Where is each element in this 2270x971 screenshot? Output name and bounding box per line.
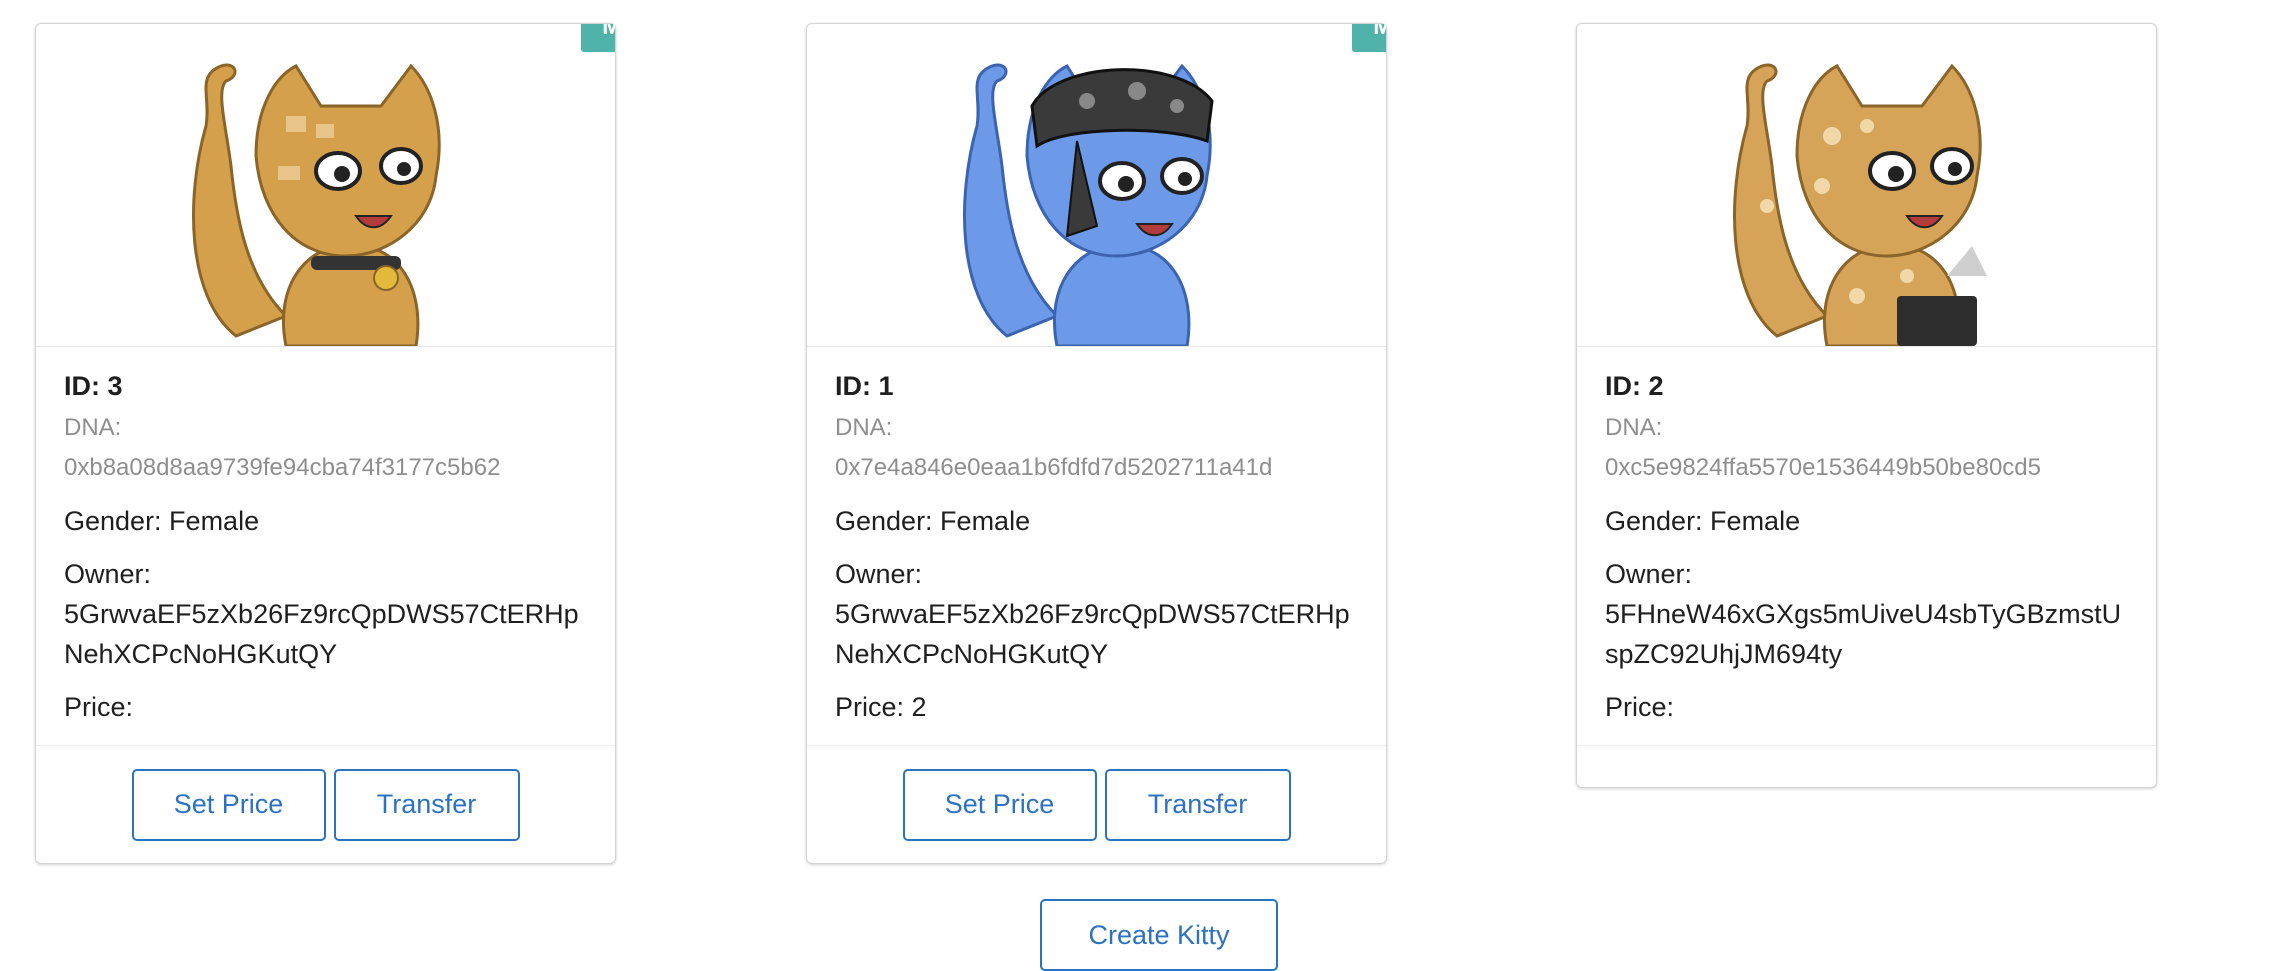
owner-value: 5FHneW46xGXgs5mUiveU4sbTyGBzmstUspZC92Uh…: [1605, 599, 2122, 669]
kitty-card-1: Mine ID: 1 DNA: 0x7e4a846e0eaa1b6fdfd7d5…: [806, 23, 1387, 864]
kitty-card-2: ID: 2 DNA: 0xc5e9824ffa5570e1536449b50be…: [1576, 23, 2157, 788]
price: Price:: [64, 692, 134, 722]
kitty-image: Mine: [807, 24, 1386, 347]
transfer-button[interactable]: Transfer: [1104, 768, 1291, 841]
dna-label: DNA:: [835, 414, 893, 441]
card-actions: Set Price Transfer: [807, 745, 1386, 863]
dna-label: DNA:: [64, 414, 122, 441]
gender: Gender: Female: [64, 506, 260, 536]
kitty-id: ID: 1: [835, 371, 894, 401]
create-kitty-button[interactable]: Create Kitty: [1040, 899, 1278, 971]
cat-icon: [962, 63, 1214, 346]
mine-badge: Mine: [1352, 24, 1386, 52]
set-price-button[interactable]: Set Price: [131, 768, 326, 841]
mine-badge: Mine: [581, 24, 615, 52]
owner-value: 5GrwvaEF5zXb26Fz9rcQpDWS57CtERHpNehXCPcN…: [835, 599, 1350, 669]
dna-value: 0xc5e9824ffa5570e1536449b50be80cd5: [1605, 454, 2041, 481]
dna-value: 0xb8a08d8aa9739fe94cba74f3177c5b62: [64, 454, 501, 481]
kitty-image: [1577, 24, 2156, 347]
card-actions: [1577, 745, 2156, 787]
dna-value: 0x7e4a846e0eaa1b6fdfd7d5202711a41d: [835, 454, 1273, 481]
kitty-card-3: Mine ID: 3 DNA: 0xb8a08d8aa9739fe94cba74…: [35, 23, 616, 864]
gender: Gender: Female: [835, 506, 1031, 536]
kitty-id: ID: 2: [1605, 371, 1664, 401]
gender: Gender: Female: [1605, 506, 1801, 536]
price: Price: 2: [835, 692, 927, 722]
card-actions: Set Price Transfer: [36, 745, 615, 863]
kitty-id: ID: 3: [64, 371, 123, 401]
kitty-details: ID: 1 DNA: 0x7e4a846e0eaa1b6fdfd7d520271…: [807, 347, 1386, 745]
transfer-button[interactable]: Transfer: [333, 768, 520, 841]
owner-label: Owner:: [1605, 559, 1693, 589]
cat-icon: [1732, 63, 1987, 346]
price: Price:: [1605, 692, 1675, 722]
cat-icon: [191, 63, 441, 346]
owner-label: Owner:: [64, 559, 152, 589]
kitty-details: ID: 2 DNA: 0xc5e9824ffa5570e1536449b50be…: [1577, 347, 2156, 745]
owner-label: Owner:: [835, 559, 923, 589]
set-price-button[interactable]: Set Price: [902, 768, 1097, 841]
kitty-details: ID: 3 DNA: 0xb8a08d8aa9739fe94cba74f3177…: [36, 347, 615, 745]
dna-label: DNA:: [1605, 414, 1663, 441]
owner-value: 5GrwvaEF5zXb26Fz9rcQpDWS57CtERHpNehXCPcN…: [64, 599, 579, 669]
kitty-image: Mine: [36, 24, 615, 347]
